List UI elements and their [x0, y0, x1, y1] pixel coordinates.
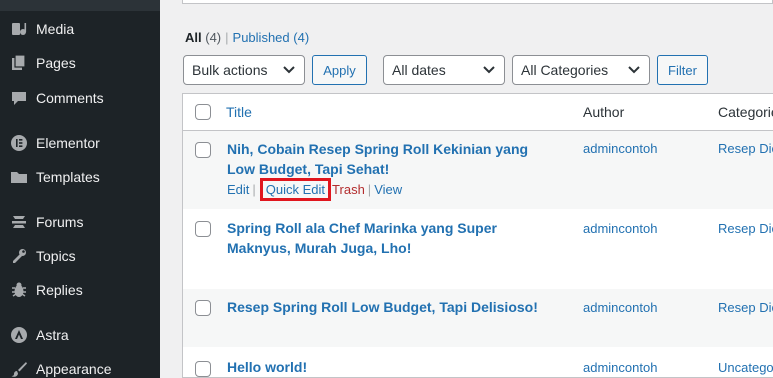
sidebar-item-forums[interactable]: Forums	[0, 205, 160, 239]
row-checkbox[interactable]	[195, 142, 211, 158]
post-title-link[interactable]: Hello world!	[227, 357, 557, 377]
sidebar-item-media[interactable]: Media	[0, 12, 160, 46]
elementor-icon	[0, 134, 36, 152]
sidebar-item-appearance[interactable]: Appearance	[0, 352, 160, 378]
sidebar-item-label: Templates	[36, 169, 100, 185]
chevron-down-icon	[628, 66, 640, 74]
filter-button[interactable]: Filter	[657, 55, 708, 85]
quick-edit-link[interactable]: Quick Edit	[266, 182, 325, 197]
table-row: Nih, Cobain Resep Spring Roll Kekinian y…	[183, 131, 773, 209]
comments-icon	[0, 89, 36, 107]
category-link[interactable]: Resep Die	[718, 300, 773, 315]
chevron-down-icon	[483, 66, 495, 74]
table-row: Resep Spring Roll Low Budget, Tapi Delis…	[183, 289, 773, 347]
sidebar-item-topics[interactable]: Topics	[0, 239, 160, 273]
categories-select[interactable]: All Categories	[512, 55, 650, 85]
quick-edit-highlight: Quick Edit	[259, 178, 332, 201]
sidebar-item-label: Media	[36, 21, 75, 37]
sidebar-item-label: Topics	[36, 248, 76, 264]
filter-all[interactable]: All (4)	[185, 30, 221, 45]
sidebar-item-label: Replies	[36, 282, 83, 298]
author-link[interactable]: admincontoh	[583, 300, 657, 315]
sidebar-item-label: Comments	[36, 90, 104, 106]
posts-table: Title Author Categorie Nih, Cobain Resep…	[182, 93, 773, 378]
filter-published[interactable]: Published (4)	[233, 30, 310, 45]
author-link[interactable]: admincontoh	[583, 141, 657, 156]
previous-panel-edge	[182, 0, 773, 4]
post-title-link[interactable]: Spring Roll ala Chef Marinka yang Super …	[227, 218, 557, 258]
tools-icon	[0, 247, 36, 265]
bulk-actions-select[interactable]: Bulk actions	[183, 55, 305, 85]
status-filter-links: All (4) | Published (4)	[185, 30, 310, 45]
pages-icon	[0, 54, 36, 72]
sidebar-item-pages[interactable]: Pages	[0, 46, 160, 80]
column-title-header[interactable]: Title	[226, 94, 252, 130]
sidebar-item-label: Pages	[36, 55, 76, 71]
sidebar-item-replies[interactable]: Replies	[0, 273, 160, 307]
brush-icon	[0, 360, 36, 378]
media-icon	[0, 20, 36, 38]
post-title-link[interactable]: Resep Spring Roll Low Budget, Tapi Delis…	[227, 297, 587, 317]
folder-icon	[0, 168, 36, 186]
row-checkbox[interactable]	[195, 361, 211, 377]
sidebar-top-item-edge[interactable]	[0, 0, 160, 11]
admin-sidebar: Media Pages Comments Elementor Templates…	[0, 0, 160, 378]
trash-link[interactable]: Trash	[332, 182, 365, 197]
sidebar-item-label: Astra	[36, 327, 69, 343]
sidebar-item-elementor[interactable]: Elementor	[0, 126, 160, 160]
sidebar-item-templates[interactable]: Templates	[0, 160, 160, 194]
sidebar-item-astra[interactable]: Astra	[0, 318, 160, 352]
author-link[interactable]: admincontoh	[583, 360, 657, 375]
sidebar-item-label: Appearance	[36, 361, 112, 377]
table-row: Spring Roll ala Chef Marinka yang Super …	[183, 209, 773, 289]
main-content: All (4) | Published (4) Bulk actions Apply…	[160, 0, 773, 378]
astra-icon	[0, 326, 36, 344]
row-checkbox[interactable]	[195, 300, 211, 316]
column-categories-header[interactable]: Categorie	[718, 94, 773, 130]
category-link[interactable]: Uncatego	[718, 360, 773, 375]
sidebar-item-comments[interactable]: Comments	[0, 81, 160, 115]
chevron-down-icon	[283, 66, 295, 74]
select-all-checkbox[interactable]	[195, 104, 211, 120]
bug-icon	[0, 281, 36, 299]
apply-button[interactable]: Apply	[312, 55, 367, 85]
sidebar-item-label: Forums	[36, 214, 84, 230]
row-actions: Edit | Quick Edit Trash | View	[227, 178, 402, 201]
edit-link[interactable]: Edit	[227, 182, 249, 197]
view-link[interactable]: View	[374, 182, 402, 197]
table-row: Hello world! admincontoh Uncatego	[183, 347, 773, 377]
sidebar-item-label: Elementor	[36, 135, 100, 151]
author-link[interactable]: admincontoh	[583, 221, 657, 236]
category-link[interactable]: Resep Die	[718, 141, 773, 156]
column-author-header: Author	[583, 104, 625, 120]
row-checkbox[interactable]	[195, 221, 211, 237]
dates-select[interactable]: All dates	[383, 55, 505, 85]
post-title-link[interactable]: Nih, Cobain Resep Spring Roll Kekinian y…	[227, 139, 557, 179]
category-link[interactable]: Resep Die	[718, 221, 773, 236]
forums-icon	[0, 213, 36, 231]
